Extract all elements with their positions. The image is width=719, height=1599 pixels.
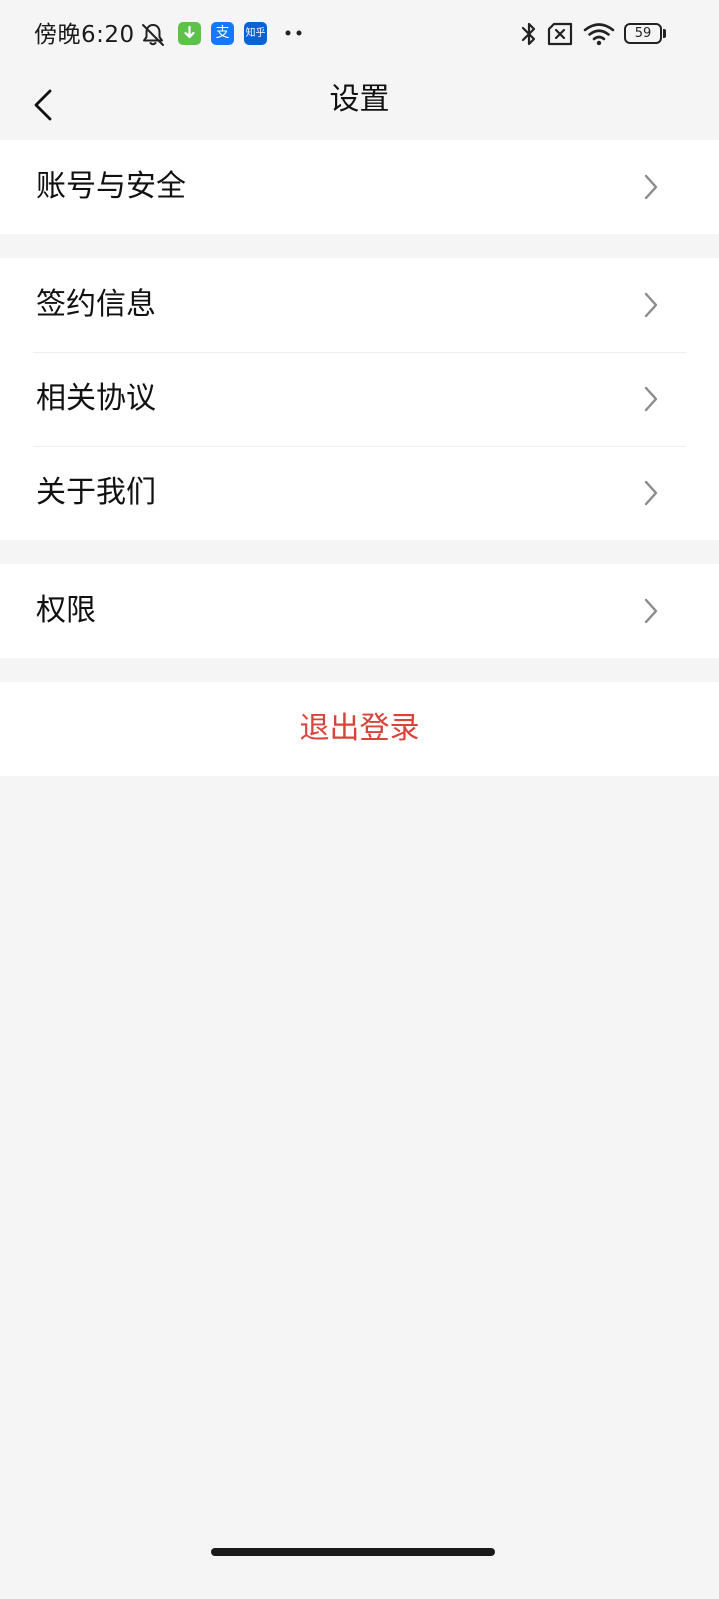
settings-item-label: 关于我们: [36, 475, 156, 510]
chevron-left-icon: [34, 89, 52, 121]
page-title: 设置: [329, 82, 390, 117]
download-app-icon: [178, 22, 201, 45]
settings-item-agreements[interactable]: 相关协议: [0, 352, 719, 446]
status-bar: 傍晚6:20 支 知乎 59: [0, 0, 719, 70]
settings-group-account: 账号与安全: [0, 140, 719, 234]
logout-group: 退出登录: [0, 682, 719, 776]
settings-item-label: 相关协议: [36, 381, 156, 416]
chevron-right-icon: [644, 386, 658, 412]
logout-button[interactable]: 退出登录: [0, 682, 719, 776]
more-dots-icon: [285, 30, 302, 36]
settings-group-permissions: 权限: [0, 564, 719, 658]
settings-group-info: 签约信息 相关协议 关于我们: [0, 258, 719, 540]
battery-level: 59: [634, 26, 652, 41]
no-sim-icon: [547, 22, 573, 46]
settings-item-label: 账号与安全: [36, 169, 186, 204]
settings-item-account-security[interactable]: 账号与安全: [0, 140, 719, 234]
battery-icon: 59: [624, 23, 662, 44]
back-button[interactable]: [22, 78, 66, 132]
alipay-app-icon: 支: [211, 22, 234, 45]
chevron-right-icon: [644, 480, 658, 506]
chevron-right-icon: [644, 292, 658, 318]
zhihu-app-glyph: 知乎: [245, 28, 266, 39]
settings-item-about-us[interactable]: 关于我们: [0, 446, 719, 540]
home-indicator[interactable]: [211, 1548, 495, 1556]
mute-icon: [142, 24, 164, 46]
settings-item-permissions[interactable]: 权限: [0, 564, 719, 658]
chevron-right-icon: [644, 174, 658, 200]
nav-bar: 设置: [0, 70, 719, 140]
chevron-right-icon: [644, 598, 658, 624]
settings-item-label: 签约信息: [36, 287, 156, 322]
zhihu-app-icon: 知乎: [244, 22, 267, 45]
bluetooth-icon: [521, 22, 536, 46]
settings-item-label: 权限: [36, 593, 96, 628]
wifi-icon: [583, 23, 615, 46]
alipay-app-glyph: 支: [215, 25, 230, 41]
settings-item-contract-info[interactable]: 签约信息: [0, 258, 719, 352]
status-time: 傍晚6:20: [34, 22, 135, 48]
battery-tip: [663, 29, 666, 38]
